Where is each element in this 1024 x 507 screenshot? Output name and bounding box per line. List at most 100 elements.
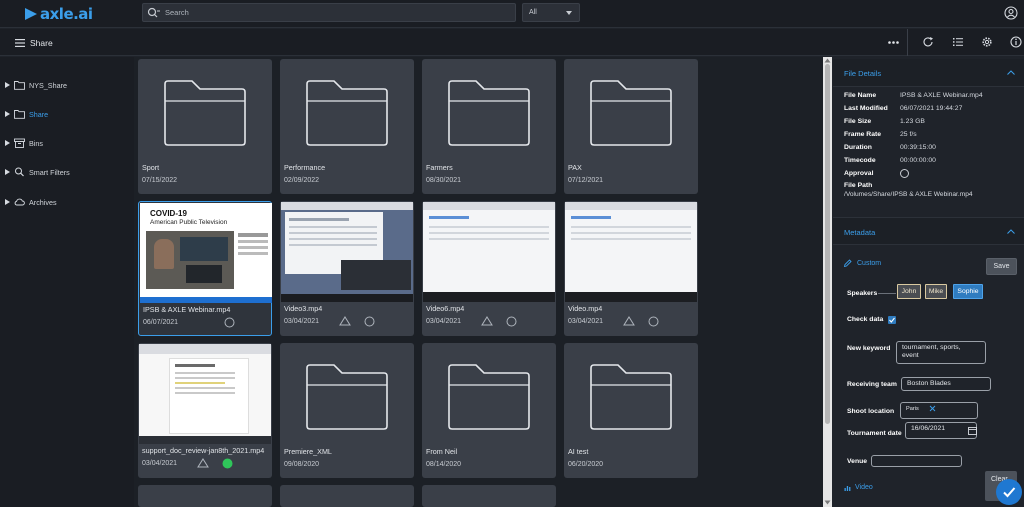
tournament-date-input[interactable]: 16/06/2021: [905, 422, 977, 439]
search-input[interactable]: [165, 8, 505, 17]
folder-icon: [590, 364, 672, 430]
folder-card[interactable]: Premiere_XML 09/08/2020: [280, 343, 414, 478]
file-details-header[interactable]: File Details: [833, 59, 1024, 87]
video-label: Video: [855, 484, 873, 491]
folder-icon: [164, 80, 246, 146]
app-logo[interactable]: axle.ai: [24, 4, 93, 24]
folder-card[interactable]: [138, 485, 272, 507]
warning-triangle-icon[interactable]: [481, 316, 493, 326]
video-card[interactable]: COVID-19 American Public Television IPSB…: [138, 201, 272, 336]
thumb-subtitle: American Public Television: [150, 219, 228, 226]
user-icon[interactable]: [1004, 6, 1018, 20]
sidebar-item-label: NYS_Share: [29, 80, 67, 90]
warning-triangle-icon[interactable]: [197, 458, 209, 468]
refresh-icon[interactable]: [922, 36, 934, 48]
speaker-chip-john[interactable]: John: [897, 284, 921, 299]
card-date: 03/04/2021: [284, 318, 320, 325]
chevron-up-icon[interactable]: [1007, 229, 1015, 234]
video-metadata-link[interactable]: Video: [844, 484, 873, 491]
card-date: 03/04/2021: [142, 460, 178, 467]
folder-icon: [448, 364, 530, 430]
gear-icon[interactable]: [981, 36, 993, 48]
folder-card[interactable]: PAX 07/12/2021: [564, 59, 698, 194]
folder-card[interactable]: Performance 02/09/2022: [280, 59, 414, 194]
speaker-chip-sophie[interactable]: Sophie: [953, 284, 983, 299]
checkmark-icon: [1003, 487, 1016, 498]
card-name: PAX: [568, 163, 582, 172]
asset-grid: Sport 07/15/2022 Performance 02/09/2022 …: [134, 57, 823, 507]
info-icon[interactable]: [1010, 36, 1022, 48]
folder-card[interactable]: AI test 06/20/2020: [564, 343, 698, 478]
pencil-icon: [844, 259, 852, 267]
chevron-right-icon: [5, 169, 10, 175]
card-name: From Neil: [426, 447, 458, 456]
tournament-date-label: Tournament date: [847, 430, 902, 437]
video-card[interactable]: Video.mp4 03/04/2021: [564, 201, 698, 336]
chevron-right-icon: [5, 111, 10, 117]
confirm-fab-button[interactable]: [996, 479, 1022, 505]
new-keyword-line-1: tournament, sports,: [902, 344, 961, 351]
video-thumbnail: [139, 344, 271, 444]
scroll-up-arrow-icon[interactable]: [824, 58, 831, 63]
sidebar-item-smart-filters[interactable]: Smart Filters: [5, 165, 70, 179]
chevron-up-icon[interactable]: [1007, 70, 1015, 75]
scroll-down-arrow-icon[interactable]: [824, 500, 831, 505]
folder-card[interactable]: [280, 485, 414, 507]
receiving-team-input[interactable]: Boston Blades: [901, 377, 991, 391]
metadata-header[interactable]: Metadata: [833, 217, 1024, 245]
checkmark-icon: [889, 317, 895, 323]
menu-icon[interactable]: [15, 39, 25, 47]
folder-icon: [14, 110, 25, 119]
new-keyword-textarea[interactable]: tournament, sports, event: [896, 341, 986, 364]
warning-triangle-icon[interactable]: [339, 316, 351, 326]
duration-value: 00:39:15:00: [900, 144, 936, 151]
approved-circle-icon[interactable]: [222, 458, 233, 469]
folder-card[interactable]: [422, 485, 556, 507]
shoot-location-input[interactable]: Paris: [900, 402, 978, 419]
sub-bar: Share: [0, 29, 1024, 56]
timecode-value: 00:00:00:00: [900, 157, 936, 164]
video-thumbnail: COVID-19 American Public Television: [140, 203, 272, 303]
sidebar-item-share[interactable]: Share: [5, 107, 48, 121]
sidebar-item-archives[interactable]: Archives: [5, 195, 57, 209]
venue-input[interactable]: [871, 455, 962, 467]
search-box[interactable]: [142, 3, 516, 22]
save-button[interactable]: Save: [986, 258, 1017, 275]
scrollbar-thumb[interactable]: [825, 64, 830, 424]
video-thumbnail: [565, 202, 697, 302]
card-name: Video3.mp4: [284, 304, 323, 313]
video-thumbnail: [423, 202, 555, 302]
logo-text: axle.ai: [40, 5, 93, 23]
approval-circle-icon[interactable]: [224, 317, 235, 328]
top-bar: axle.ai All: [0, 0, 1024, 28]
duration-label: Duration: [844, 144, 872, 151]
folder-card[interactable]: Farmers 08/30/2021: [422, 59, 556, 194]
metadata-title: Metadata: [844, 228, 876, 237]
more-options-icon[interactable]: [888, 41, 899, 44]
approval-circle-icon[interactable]: [506, 316, 517, 327]
approval-circle-icon[interactable]: [648, 316, 659, 327]
list-view-icon[interactable]: [952, 36, 964, 48]
folder-card[interactable]: From Neil 08/14/2020: [422, 343, 556, 478]
speaker-chip-mike[interactable]: Mike: [925, 284, 947, 299]
calendar-icon[interactable]: [968, 426, 977, 435]
check-data-checkbox[interactable]: [888, 316, 896, 324]
search-icon: [15, 167, 24, 177]
filter-select[interactable]: All: [522, 3, 580, 22]
card-date: 03/04/2021: [426, 318, 462, 325]
warning-triangle-icon[interactable]: [623, 316, 635, 326]
sidebar-item-bins[interactable]: Bins: [5, 136, 43, 150]
approval-toggle[interactable]: [900, 169, 909, 178]
search-icon: [147, 7, 160, 17]
sidebar-item-nys-share[interactable]: NYS_Share: [5, 78, 67, 92]
video-card[interactable]: Video3.mp4 03/04/2021: [280, 201, 414, 336]
close-icon[interactable]: [929, 405, 936, 412]
card-name: AI test: [568, 447, 589, 456]
video-card[interactable]: Video6.mp4 03/04/2021: [422, 201, 556, 336]
approval-circle-icon[interactable]: [364, 316, 375, 327]
card-date: 07/12/2021: [568, 177, 604, 184]
chevron-right-icon: [5, 140, 10, 146]
video-card[interactable]: support_doc_review-jan8th_2021.mp4 03/04…: [138, 343, 272, 478]
custom-metadata-link[interactable]: Custom: [844, 259, 881, 267]
folder-card[interactable]: Sport 07/15/2022: [138, 59, 272, 194]
